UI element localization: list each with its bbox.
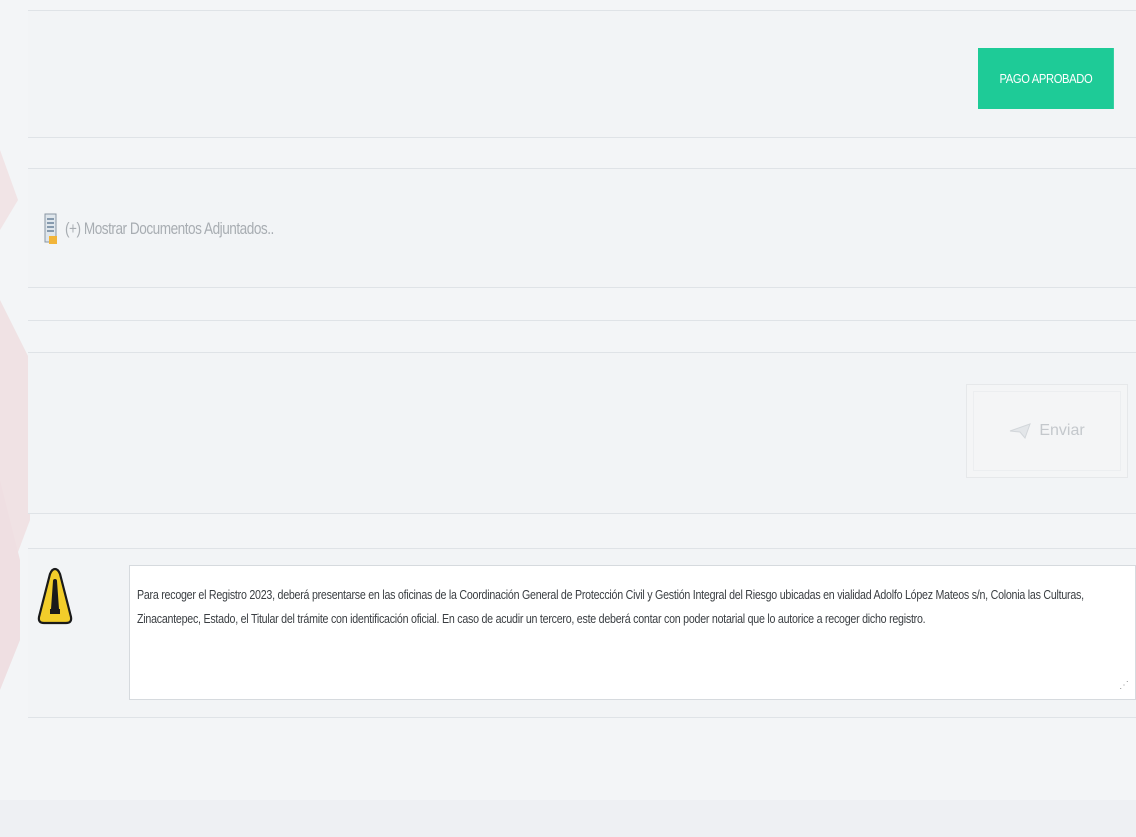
notice-box: Para recoger el Registro 2023, deberá pr… [129, 565, 1136, 700]
show-attachments-label: (+) Mostrar Documentos Adjuntados.. [65, 219, 274, 238]
resize-handle-icon: ⋰ [1119, 680, 1129, 691]
show-attachments-link[interactable]: (+) Mostrar Documentos Adjuntados.. [44, 204, 326, 254]
send-icon [1010, 423, 1032, 439]
status-panel [28, 10, 1136, 138]
notice-text: Para recoger el Registro 2023, deberá pr… [137, 587, 1084, 626]
document-icon [44, 213, 57, 244]
warning-icon [37, 567, 73, 625]
separator-panel [28, 320, 1136, 321]
send-button[interactable]: Enviar [966, 384, 1128, 478]
send-label: Enviar [1039, 422, 1085, 439]
pago-aprobado-button[interactable]: PAGO APROBADO [978, 48, 1114, 109]
